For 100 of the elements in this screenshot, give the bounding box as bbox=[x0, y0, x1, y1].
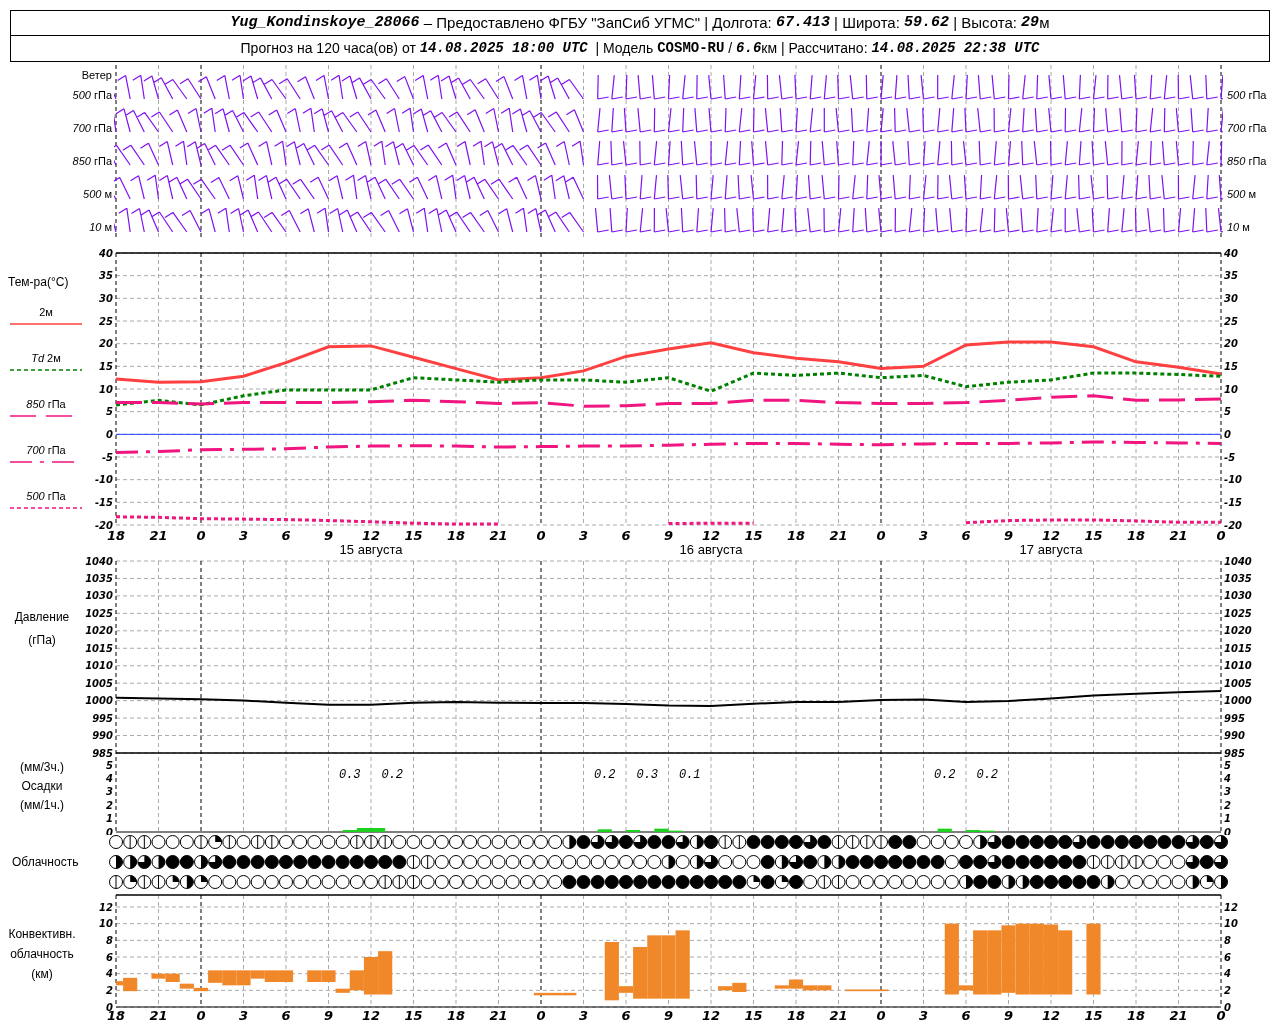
convective-cloud-bar bbox=[647, 935, 662, 999]
axis-tick-label: 6 bbox=[106, 951, 113, 963]
temperature-title: Тем-ра(°C) bbox=[8, 274, 70, 290]
axis-tick-label: 3 bbox=[919, 528, 928, 543]
axis-tick-label: 4 bbox=[1224, 772, 1231, 784]
axis-tick-label: 1015 bbox=[85, 642, 113, 654]
axis-tick-label: 10 bbox=[1224, 383, 1238, 395]
axis-tick-label: 12 bbox=[1041, 528, 1061, 543]
axis-tick-label: 9 bbox=[1004, 1008, 1013, 1022]
wind-level-label: 700 гПа bbox=[72, 121, 112, 137]
axis-tick-label: 12 bbox=[701, 1008, 721, 1022]
wind-level-label: 10 м bbox=[89, 220, 112, 236]
convective-cloud-bar bbox=[1001, 925, 1016, 993]
axis-tick-label: 6 bbox=[961, 1008, 971, 1022]
axis-tick-label: 15 bbox=[744, 1008, 763, 1022]
axis-tick-label: 0 bbox=[1224, 428, 1231, 440]
wind-level-label: 10 м bbox=[1227, 220, 1250, 236]
panel-label: (гПа) bbox=[28, 632, 56, 649]
axis-tick-label: 12 bbox=[701, 528, 721, 543]
axis-tick-label: 0 bbox=[536, 528, 546, 543]
axis-tick-label: 4 bbox=[1224, 968, 1231, 980]
wind-title: Ветер bbox=[81, 68, 112, 83]
legend-label: 500 гПа bbox=[26, 489, 66, 504]
convective-cloud-bar bbox=[661, 935, 676, 999]
axis-tick-label: 9 bbox=[324, 1008, 333, 1022]
axis-tick-label: 1 bbox=[1224, 813, 1231, 825]
header-text: 14.08.2025 22:38 UTC bbox=[871, 39, 1040, 58]
axis-tick-label: 0 bbox=[876, 1008, 886, 1022]
axis-tick-label: 1035 bbox=[1224, 572, 1252, 584]
axis-tick-label: -5 bbox=[101, 451, 113, 463]
axis-tick-label: 1000 bbox=[1224, 695, 1252, 707]
convective-cloud-bar bbox=[222, 970, 237, 986]
axis-tick-label: 1015 bbox=[1224, 642, 1252, 654]
axis-tick-label: 9 bbox=[1004, 528, 1013, 543]
axis-tick-label: 1005 bbox=[1224, 677, 1252, 689]
precipitation-bar bbox=[937, 828, 952, 832]
header-text: км | Рассчитано: bbox=[761, 39, 869, 58]
header-text: 6.6 bbox=[736, 39, 762, 58]
panel-label: Осадки bbox=[21, 778, 63, 795]
axis-tick-label: 20 bbox=[99, 338, 113, 350]
date-label: 16 августа bbox=[679, 542, 743, 557]
axis-tick-label: 0 bbox=[196, 1008, 206, 1022]
axis-tick-label: 15 bbox=[404, 528, 423, 543]
axis-tick-label: 0 bbox=[1224, 1001, 1231, 1013]
axis-tick-label: 1010 bbox=[85, 660, 113, 672]
axis-tick-label: -5 bbox=[1224, 451, 1236, 463]
axis-tick-label: 1040 bbox=[1224, 557, 1252, 567]
axis-tick-label: 1020 bbox=[85, 625, 113, 637]
axis-tick-label: 18 bbox=[106, 528, 126, 543]
axis-tick-label: 12 bbox=[1224, 901, 1238, 913]
axis-tick-label: 6 bbox=[281, 1008, 291, 1022]
axis-tick-label: 20 bbox=[1224, 338, 1238, 350]
panel-label: (мм/3ч.) bbox=[19, 759, 65, 776]
axis-tick-label: 995 bbox=[1224, 712, 1245, 724]
panel-label: Давление bbox=[14, 609, 70, 626]
axis-tick-label: 21 bbox=[829, 528, 848, 543]
precipitation-total: 0.2 bbox=[933, 768, 956, 782]
axis-tick-label: 21 bbox=[489, 528, 508, 543]
panel-label: (мм/1ч.) bbox=[19, 797, 65, 814]
panel-label: облачность bbox=[10, 946, 74, 963]
axis-tick-label: 0 bbox=[536, 1008, 546, 1022]
axis-tick-label: -15 bbox=[1224, 496, 1243, 508]
header-text: | Широта: bbox=[833, 12, 901, 33]
precipitation-total: 0.1 bbox=[678, 768, 701, 782]
axis-tick-label: 21 bbox=[1169, 1008, 1188, 1022]
convective-cloud-bar bbox=[208, 970, 223, 983]
axis-tick-label: 0 bbox=[106, 428, 113, 440]
axis-tick-label: 1025 bbox=[1224, 607, 1252, 619]
axis-tick-label: 21 bbox=[489, 1008, 508, 1022]
wind-level-label: 850 гПа bbox=[1227, 154, 1267, 170]
axis-tick-label: 3 bbox=[106, 786, 113, 798]
axis-tick-label: 1040 bbox=[85, 557, 113, 567]
axis-tick-label: 3 bbox=[239, 1008, 248, 1022]
header-text: м bbox=[1039, 12, 1050, 33]
axis-tick-label: 2 bbox=[1224, 984, 1231, 996]
header-text: COSMO-RU bbox=[657, 39, 725, 58]
axis-tick-label: 3 bbox=[919, 1008, 928, 1022]
axis-tick-label: -20 bbox=[94, 519, 113, 531]
axis-tick-label: 6 bbox=[281, 528, 291, 543]
axis-tick-label: 0 bbox=[196, 528, 206, 543]
axis-tick-label: 9 bbox=[664, 528, 673, 543]
axis-tick-label: -15 bbox=[94, 496, 113, 508]
axis-tick-label: 12 bbox=[361, 528, 381, 543]
axis-tick-label: 40 bbox=[1224, 247, 1238, 259]
axis-tick-label: 1000 bbox=[85, 695, 113, 707]
convective-cloud-bar bbox=[307, 970, 322, 982]
axis-tick-label: 995 bbox=[92, 712, 113, 724]
precipitation-total: 0.3 bbox=[338, 768, 361, 782]
precipitation-total: 0.2 bbox=[381, 768, 404, 782]
axis-tick-label: 21 bbox=[1169, 528, 1188, 543]
axis-tick-label: 5 bbox=[1224, 759, 1231, 771]
axis-tick-label: 30 bbox=[99, 292, 113, 304]
axis-tick-label: 5 bbox=[106, 759, 113, 771]
legend-label: Td 2м bbox=[31, 351, 61, 366]
axis-tick-label: 18 bbox=[786, 1008, 806, 1022]
header-text: – Предоставлено ФГБУ "ЗапСиб УГМС" | Долгота: bbox=[422, 12, 773, 33]
axis-tick-label: 21 bbox=[829, 1008, 848, 1022]
precipitation-total: 0.2 bbox=[593, 768, 616, 782]
axis-tick-label: 15 bbox=[1084, 528, 1103, 543]
axis-tick-label: 10 bbox=[99, 383, 113, 395]
